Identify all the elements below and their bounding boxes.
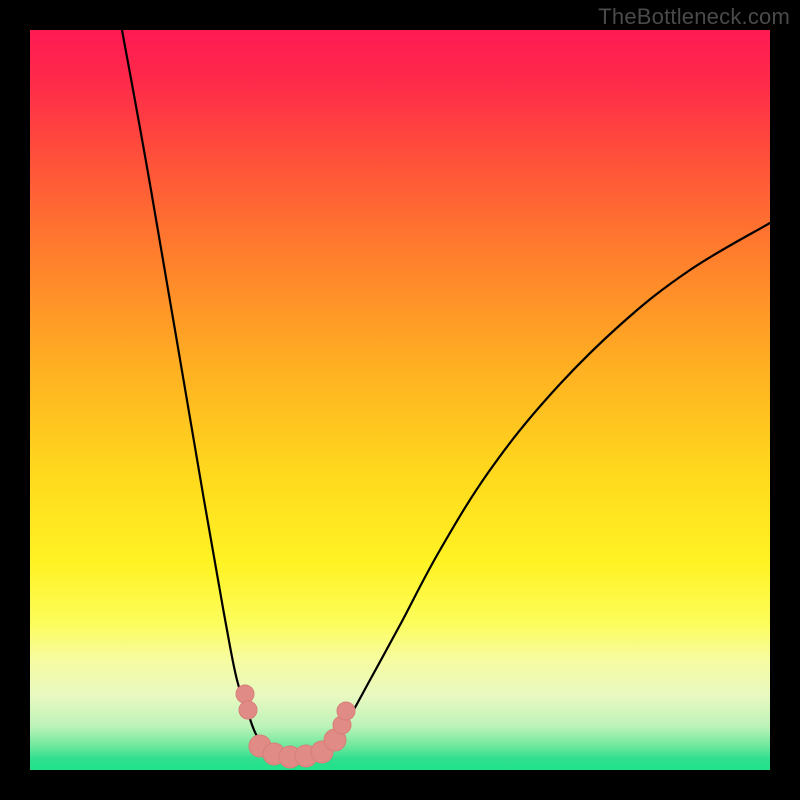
plot-area: [30, 30, 770, 770]
chart-background: [30, 30, 770, 770]
curve-marker: [239, 701, 257, 719]
curve-marker: [337, 702, 355, 720]
curve-marker: [236, 685, 254, 703]
watermark-text: TheBottleneck.com: [598, 4, 790, 30]
chart-frame: TheBottleneck.com: [0, 0, 800, 800]
chart-svg: [30, 30, 770, 770]
